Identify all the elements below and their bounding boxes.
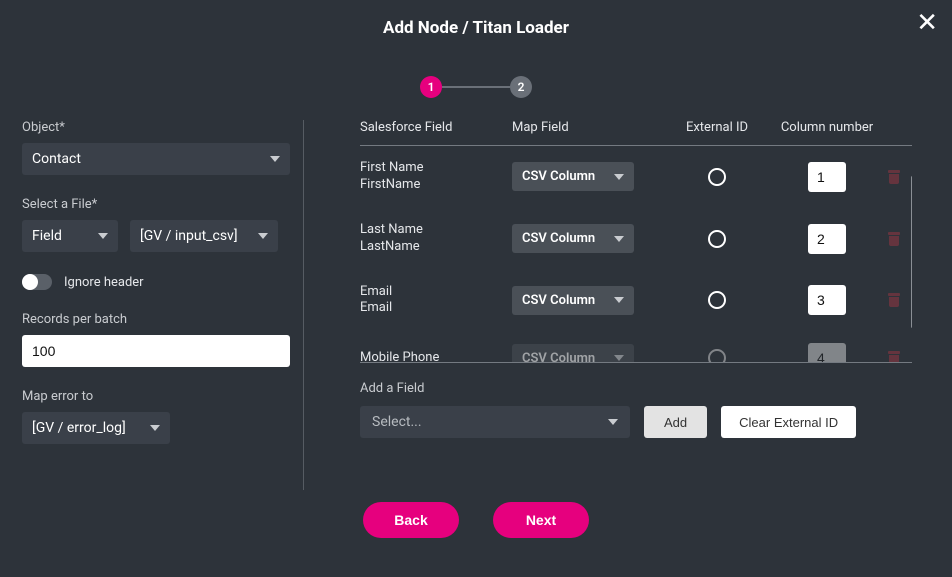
ignore-header-label: Ignore header: [64, 275, 144, 290]
sf-api: LastName: [360, 239, 512, 256]
modal-title: Add Node / Titan Loader: [0, 0, 952, 38]
map-field-select[interactable]: CSV Column: [512, 286, 634, 315]
trash-icon[interactable]: [888, 232, 900, 246]
add-button[interactable]: Add: [644, 406, 707, 438]
header-external: External ID: [662, 120, 772, 135]
column-number-input[interactable]: [808, 343, 846, 363]
chevron-down-icon: [614, 297, 624, 303]
sf-api: FirstName: [360, 177, 512, 194]
trash-icon[interactable]: [888, 293, 900, 307]
header-map: Map Field: [512, 120, 662, 135]
map-field-value: CSV Column: [522, 169, 595, 184]
mapping-rows: First Name FirstName CSV Column Last Nam…: [360, 145, 912, 363]
file-type-select[interactable]: Field: [22, 220, 118, 252]
table-row: First Name FirstName CSV Column: [360, 146, 912, 208]
map-field-value: CSV Column: [522, 351, 595, 363]
map-field-value: CSV Column: [522, 293, 595, 308]
close-icon[interactable]: ✕: [916, 10, 938, 36]
column-number-input[interactable]: [808, 285, 846, 315]
records-label: Records per batch: [22, 312, 285, 327]
chevron-down-icon: [608, 419, 618, 425]
step-2[interactable]: 2: [510, 76, 532, 98]
chevron-down-icon: [614, 174, 624, 180]
ignore-header-toggle[interactable]: [22, 274, 52, 290]
file-label: Select a File*: [22, 197, 285, 212]
step-1[interactable]: 1: [420, 76, 442, 98]
object-label: Object*: [22, 120, 285, 135]
right-panel: Salesforce Field Map Field External ID C…: [304, 120, 952, 490]
trash-icon[interactable]: [888, 170, 900, 184]
scrollbar[interactable]: [911, 176, 912, 328]
step-line: [442, 86, 510, 88]
sf-label: Email: [360, 284, 512, 301]
header-salesforce: Salesforce Field: [360, 120, 512, 135]
trash-icon[interactable]: [888, 351, 900, 363]
external-id-radio[interactable]: [708, 349, 726, 363]
file-value: [GV / input_csv]: [140, 228, 238, 244]
table-row: Last Name LastName CSV Column: [360, 208, 912, 270]
map-field-select[interactable]: CSV Column: [512, 344, 634, 363]
toggle-knob: [22, 274, 38, 290]
chevron-down-icon: [258, 233, 268, 239]
file-type-value: Field: [32, 228, 62, 244]
external-id-radio[interactable]: [708, 291, 726, 309]
sf-label: First Name: [360, 160, 512, 177]
chevron-down-icon: [614, 236, 624, 242]
header-column: Column number: [772, 120, 882, 135]
map-error-label: Map error to: [22, 389, 285, 404]
table-row: Mobile Phone CSV Column: [360, 331, 912, 363]
map-field-select[interactable]: CSV Column: [512, 224, 634, 253]
add-field-select[interactable]: Select...: [360, 406, 630, 438]
chevron-down-icon: [614, 355, 624, 361]
map-field-value: CSV Column: [522, 231, 595, 246]
stepper: 1 2: [0, 76, 952, 98]
sf-api: Email: [360, 300, 512, 317]
chevron-down-icon: [98, 233, 108, 239]
next-button[interactable]: Next: [493, 502, 589, 538]
external-id-radio[interactable]: [708, 230, 726, 248]
table-row: Email Email CSV Column: [360, 270, 912, 332]
column-number-input[interactable]: [808, 224, 846, 254]
object-select[interactable]: Contact: [22, 143, 290, 175]
file-value-select[interactable]: [GV / input_csv]: [130, 220, 278, 252]
external-id-radio[interactable]: [708, 168, 726, 186]
map-field-select[interactable]: CSV Column: [512, 162, 634, 191]
sf-label: Mobile Phone: [360, 350, 512, 363]
footer: Back Next: [0, 502, 952, 538]
add-field-label: Add a Field: [360, 381, 912, 396]
object-value: Contact: [32, 151, 81, 167]
records-input[interactable]: [22, 335, 290, 367]
chevron-down-icon: [150, 425, 160, 431]
left-panel: Object* Contact Select a File* Field [GV…: [0, 120, 304, 490]
add-field-placeholder: Select...: [372, 414, 422, 430]
map-error-select[interactable]: [GV / error_log]: [22, 412, 170, 444]
map-error-value: [GV / error_log]: [32, 420, 126, 436]
sf-label: Last Name: [360, 222, 512, 239]
column-number-input[interactable]: [808, 162, 846, 192]
clear-external-id-button[interactable]: Clear External ID: [721, 406, 856, 438]
chevron-down-icon: [270, 156, 280, 162]
table-header: Salesforce Field Map Field External ID C…: [360, 120, 912, 145]
back-button[interactable]: Back: [363, 502, 459, 538]
